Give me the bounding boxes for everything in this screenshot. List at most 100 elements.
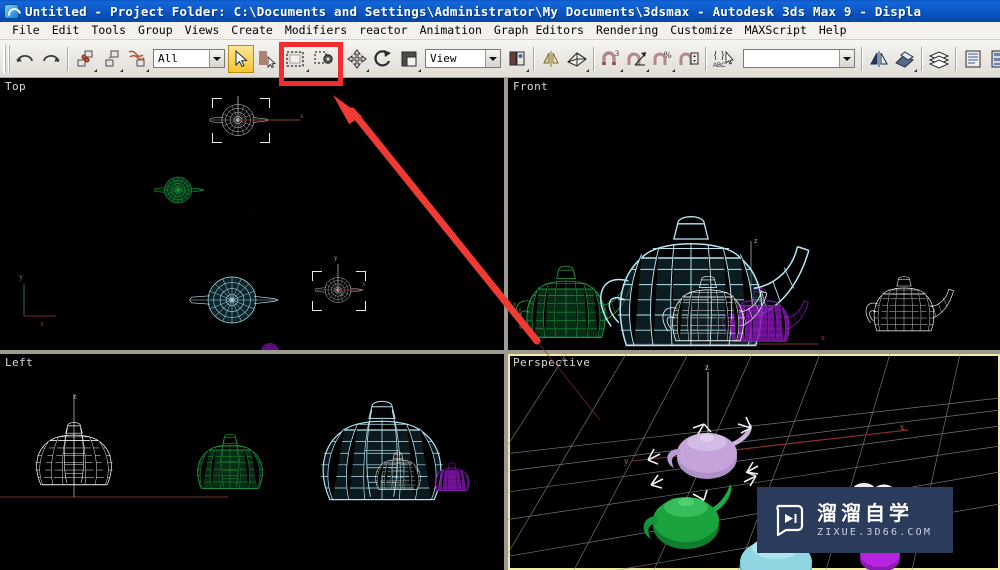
teapot-cyan bbox=[189, 276, 279, 324]
viewport-top-label[interactable]: Top bbox=[5, 80, 26, 93]
svg-text:z: z bbox=[754, 236, 758, 245]
teapot-green-shaded bbox=[643, 484, 732, 549]
menu-item-customize[interactable]: Customize bbox=[664, 22, 738, 39]
main-toolbar: All View 3 % {} ABC bbox=[0, 40, 1000, 78]
axis-tripod-top: y x bbox=[19, 272, 56, 328]
viewport-left-label[interactable]: Left bbox=[5, 356, 33, 369]
svg-text:z: z bbox=[705, 362, 709, 372]
teapot-green bbox=[195, 433, 265, 489]
axis-tripod-left-origin: z bbox=[0, 392, 228, 498]
toolbar-separator bbox=[339, 46, 341, 71]
select-and-rotate-button[interactable] bbox=[370, 45, 396, 73]
selection-filter-combo[interactable]: All bbox=[153, 49, 225, 68]
viewport-perspective-label[interactable]: Perspective bbox=[513, 356, 590, 369]
chevron-down-icon[interactable] bbox=[839, 50, 854, 67]
chevron-down-icon[interactable] bbox=[485, 50, 500, 67]
select-and-link-button[interactable] bbox=[72, 45, 98, 73]
percent-snap-toggle-button[interactable]: % bbox=[650, 45, 676, 73]
svg-text:x: x bbox=[362, 280, 366, 288]
redo-button[interactable] bbox=[38, 45, 64, 73]
rectangular-selection-region-button[interactable] bbox=[280, 45, 310, 73]
unlink-selection-button[interactable] bbox=[98, 45, 124, 73]
menu-item-reactor[interactable]: reactor bbox=[353, 22, 413, 39]
title-bar: Untitled - Project Folder: C:\Documents … bbox=[0, 0, 1000, 22]
menu-item-group[interactable]: Group bbox=[132, 22, 179, 39]
use-pivot-center-button[interactable] bbox=[504, 45, 530, 73]
svg-text:y: y bbox=[334, 254, 338, 262]
window-crossing-button[interactable] bbox=[310, 45, 336, 73]
svg-text:3: 3 bbox=[615, 49, 619, 58]
align-button[interactable] bbox=[564, 45, 590, 73]
toolbar-grip[interactable] bbox=[3, 44, 10, 73]
svg-text:{ }: { } bbox=[713, 50, 725, 61]
schematic-view-button[interactable] bbox=[986, 45, 1000, 73]
toolbar-separator bbox=[705, 46, 707, 71]
viewport-left[interactable]: Left z bbox=[0, 354, 504, 570]
spinner-snap-toggle-button[interactable] bbox=[676, 45, 702, 73]
menu-item-tools[interactable]: Tools bbox=[85, 22, 132, 39]
toolbar-separator bbox=[921, 46, 923, 71]
svg-text:x: x bbox=[821, 333, 825, 342]
toolbar-separator bbox=[955, 46, 957, 71]
svg-text:z: z bbox=[340, 290, 343, 298]
toolbar-separator bbox=[67, 46, 69, 71]
angle-snap-toggle-button[interactable] bbox=[624, 45, 650, 73]
teapot-green bbox=[515, 265, 632, 338]
toolbar-separator bbox=[861, 46, 863, 71]
teapot-green bbox=[153, 176, 205, 204]
undo-button[interactable] bbox=[12, 45, 38, 73]
watermark-url: ZIXUE.3D66.COM bbox=[817, 526, 933, 538]
svg-text:x: x bbox=[40, 319, 44, 328]
mirror-tool-button[interactable] bbox=[866, 45, 892, 73]
teapot-white-second bbox=[865, 276, 954, 332]
toolbar-separator bbox=[533, 46, 535, 71]
chevron-down-icon[interactable] bbox=[209, 50, 224, 67]
menu-item-file[interactable]: File bbox=[6, 22, 46, 39]
svg-text:y: y bbox=[19, 272, 23, 281]
edit-named-selection-button[interactable]: { } ABC bbox=[710, 45, 740, 73]
menu-item-create[interactable]: Create bbox=[225, 22, 279, 39]
align-tool-button[interactable] bbox=[892, 45, 918, 73]
play-logo-icon bbox=[769, 501, 807, 539]
viewport-front[interactable]: Front y z x bbox=[508, 78, 1000, 350]
curve-editor-button[interactable] bbox=[960, 45, 986, 73]
toolbar-separator bbox=[593, 46, 595, 71]
viewport-front-scene: x y z x bbox=[513, 215, 954, 347]
layer-manager-button[interactable] bbox=[926, 45, 952, 73]
snaps-toggle-button[interactable]: 3 bbox=[598, 45, 624, 73]
viewport-top-scene: y x x y x z bbox=[0, 78, 504, 350]
menu-item-maxscript[interactable]: MAXScript bbox=[739, 22, 813, 39]
svg-text:z: z bbox=[73, 392, 77, 401]
menu-item-help[interactable]: Help bbox=[813, 22, 853, 39]
named-selection-sets-combo[interactable] bbox=[743, 49, 855, 68]
3ds-max-window: Untitled - Project Folder: C:\Documents … bbox=[0, 0, 1000, 570]
watermark-title: 溜溜自学 bbox=[817, 500, 913, 525]
selection-filter-value: All bbox=[158, 52, 178, 65]
menu-item-modifiers[interactable]: Modifiers bbox=[279, 22, 353, 39]
menu-item-edit[interactable]: Edit bbox=[46, 22, 86, 39]
viewport-left-scene: z bbox=[0, 392, 470, 501]
reference-coordinate-system-combo[interactable]: View bbox=[425, 49, 501, 68]
viewport-front-label[interactable]: Front bbox=[513, 80, 548, 93]
select-by-name-button[interactable] bbox=[254, 45, 280, 73]
watermark-logo: 溜溜自学 ZIXUE.3D66.COM bbox=[757, 487, 953, 553]
svg-text:y: y bbox=[624, 456, 629, 466]
max-logo-icon bbox=[4, 3, 19, 19]
select-and-move-button[interactable] bbox=[344, 45, 370, 73]
svg-text:x: x bbox=[300, 112, 304, 120]
window-title: Untitled - Project Folder: C:\Documents … bbox=[25, 3, 922, 19]
menu-bar: File Edit Tools Group Views Create Modif… bbox=[0, 22, 1000, 40]
viewport-top[interactable]: Top y x x y x z bbox=[0, 78, 504, 350]
select-and-scale-button[interactable] bbox=[396, 45, 422, 73]
menu-item-rendering[interactable]: Rendering bbox=[590, 22, 664, 39]
menu-item-animation[interactable]: Animation bbox=[414, 22, 488, 39]
menu-item-views[interactable]: Views bbox=[179, 22, 226, 39]
svg-text:x: x bbox=[900, 422, 905, 432]
reference-coordinate-value: View bbox=[430, 52, 457, 65]
svg-text:%: % bbox=[664, 50, 672, 60]
select-object-button[interactable] bbox=[228, 44, 254, 73]
bind-to-space-warp-button[interactable] bbox=[124, 45, 150, 73]
menu-item-graph-editors[interactable]: Graph Editors bbox=[488, 22, 590, 39]
mirror-button[interactable] bbox=[538, 45, 564, 73]
axis-tripod-object-top-2: y x z bbox=[334, 254, 366, 298]
